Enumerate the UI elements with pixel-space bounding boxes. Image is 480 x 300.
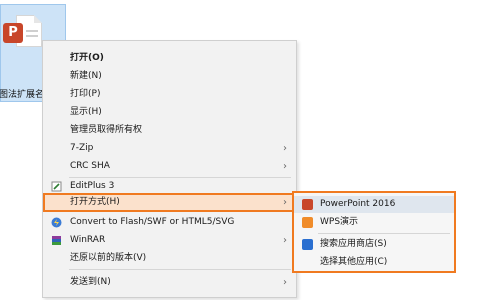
page-fold xyxy=(34,15,42,23)
submenu-item-label: PowerPoint 2016 xyxy=(320,199,396,209)
menu-item-new[interactable]: 新建(N) xyxy=(43,68,296,85)
submenu-item-label: 搜索应用商店(S) xyxy=(320,239,387,249)
menu-item-7zip[interactable]: 7-Zip › xyxy=(43,140,296,157)
submenu-item-search-store[interactable]: 搜索应用商店(S) xyxy=(294,236,454,253)
chevron-right-icon: › xyxy=(283,197,287,208)
menu-item-label: 打开(O) xyxy=(70,53,104,63)
menu-item-label: 7-Zip xyxy=(70,143,94,153)
chevron-right-icon: › xyxy=(283,161,287,172)
menu-item-label: 打开方式(H) xyxy=(70,197,120,207)
submenu-separator xyxy=(318,233,450,234)
menu-item-send-to[interactable]: 发送到(N) › xyxy=(43,274,296,291)
menu-item-convert-flash[interactable]: Convert to Flash/SWF or HTML5/SVG xyxy=(43,214,296,231)
powerpoint-badge-icon: P xyxy=(3,23,23,43)
menu-item-crc-sha[interactable]: CRC SHA › xyxy=(43,158,296,175)
menu-item-label: 打印(P) xyxy=(70,89,101,99)
doc-line xyxy=(26,30,38,32)
doc-line xyxy=(26,35,38,37)
menu-item-take-ownership[interactable]: 管理员取得所有权 xyxy=(43,122,296,139)
menu-item-label: 发送到(N) xyxy=(70,277,111,287)
chevron-right-icon: › xyxy=(283,235,287,246)
open-with-submenu: PowerPoint 2016 WPS演示 搜索应用商店(S) 选择其他应用(C… xyxy=(292,191,456,273)
menu-item-label: CRC SHA xyxy=(70,161,110,171)
menu-item-label: 新建(N) xyxy=(70,71,102,81)
menu-item-label: 管理员取得所有权 xyxy=(70,125,143,135)
submenu-item-powerpoint[interactable]: PowerPoint 2016 xyxy=(294,196,454,213)
menu-item-label: 还原以前的版本(V) xyxy=(70,253,147,263)
submenu-item-wps[interactable]: WPS演示 xyxy=(294,214,454,231)
menu-item-open[interactable]: 打开(O) xyxy=(43,50,296,67)
store-icon xyxy=(302,239,313,250)
menu-item-label: WinRAR xyxy=(70,235,106,245)
chevron-right-icon: › xyxy=(283,143,287,154)
menu-item-winrar[interactable]: WinRAR › xyxy=(43,232,296,249)
submenu-item-label: WPS演示 xyxy=(320,217,359,227)
menu-separator xyxy=(69,269,291,270)
chevron-right-icon: › xyxy=(283,277,287,288)
menu-item-label: 显示(H) xyxy=(70,107,102,117)
convert-flash-icon xyxy=(51,217,62,228)
powerpoint-icon xyxy=(302,199,313,210)
wps-presentation-icon xyxy=(302,217,313,228)
winrar-icon xyxy=(52,236,61,245)
menu-item-restore-versions[interactable]: 还原以前的版本(V) xyxy=(43,250,296,267)
menu-item-print[interactable]: 打印(P) xyxy=(43,86,296,103)
editplus-icon xyxy=(51,181,62,192)
submenu-item-choose-other[interactable]: 选择其他应用(C) xyxy=(294,254,454,271)
menu-item-open-with[interactable]: 打开方式(H) › xyxy=(43,193,296,212)
menu-item-show[interactable]: 显示(H) xyxy=(43,104,296,121)
menu-item-label: Convert to Flash/SWF or HTML5/SVG xyxy=(70,217,235,227)
submenu-item-label: 选择其他应用(C) xyxy=(320,257,388,267)
context-menu: 打开(O) 新建(N) 打印(P) 显示(H) 管理员取得所有权 7-Zip ›… xyxy=(42,40,297,298)
